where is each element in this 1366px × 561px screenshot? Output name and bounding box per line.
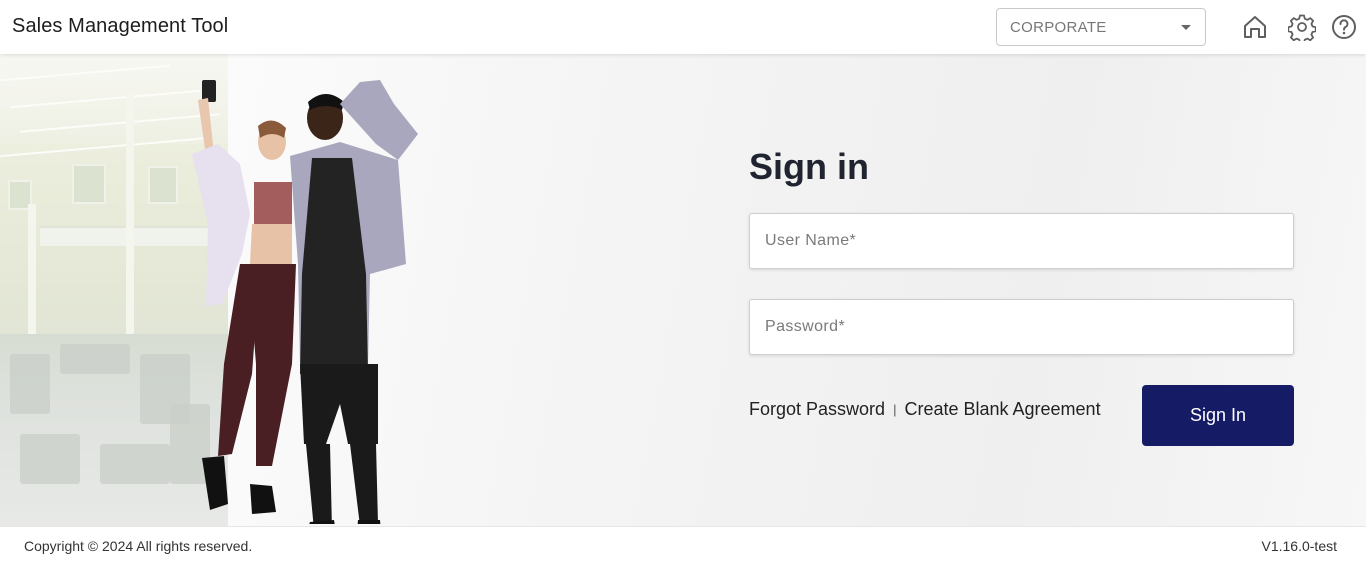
app-title: Sales Management Tool (12, 15, 229, 37)
home-icon[interactable] (1241, 13, 1269, 41)
caret-down-icon (1181, 25, 1191, 30)
help-icon[interactable] (1330, 13, 1358, 41)
copyright-text: Copyright © 2024 All rights reserved. (24, 538, 253, 554)
club-selector-dropdown[interactable]: CORPORATE (996, 8, 1206, 46)
create-blank-agreement-link[interactable]: Create Blank Agreement (904, 399, 1100, 419)
username-field[interactable] (749, 213, 1294, 269)
club-selector-value: CORPORATE (1010, 19, 1107, 36)
signin-links: Forgot Password | Create Blank Agreement (749, 399, 1101, 420)
forgot-password-link[interactable]: Forgot Password (749, 399, 885, 419)
signin-title: Sign in (749, 146, 869, 187)
version-text: V1.16.0-test (1261, 538, 1338, 554)
password-field[interactable] (749, 299, 1294, 355)
footer: Copyright © 2024 All rights reserved. V1… (0, 526, 1366, 561)
top-header: Sales Management Tool CORPORATE (0, 0, 1366, 54)
settings-gear-icon[interactable] (1288, 13, 1316, 41)
couple-selfie-image (192, 80, 418, 524)
username-input[interactable] (750, 214, 1293, 268)
password-input[interactable] (750, 300, 1293, 354)
main-content: Sign in Forgot Password | Create Blank Agr… (0, 54, 1366, 526)
signin-button[interactable]: Sign In (1142, 385, 1294, 446)
link-separator: | (893, 402, 897, 417)
